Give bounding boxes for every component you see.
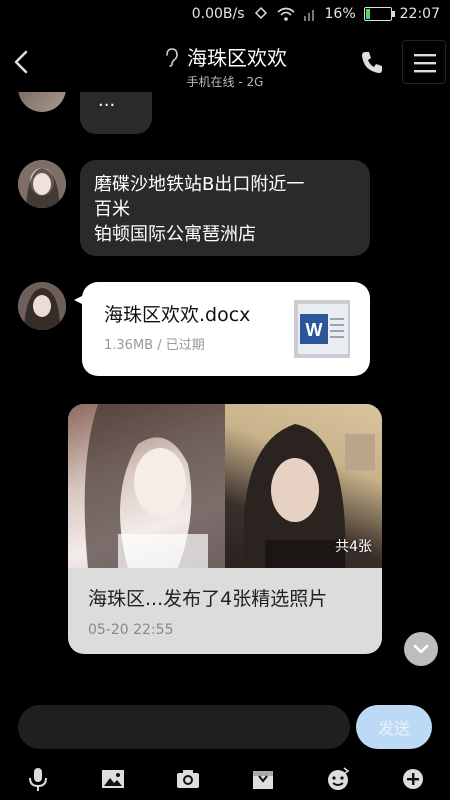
emoji-icon[interactable] [324, 765, 352, 793]
gift-box-icon[interactable] [249, 765, 277, 793]
plus-icon[interactable] [399, 765, 427, 793]
signal-icon [303, 10, 314, 21]
photo-post-caption: 海珠区...发布了4张精选照片 [88, 588, 328, 610]
word-letter: W [306, 320, 323, 340]
photo-image [84, 404, 225, 568]
photo-strip: 共4张 [68, 404, 382, 568]
send-button[interactable]: 发送 [356, 705, 432, 749]
photo-count-label: 共4张 [335, 539, 372, 555]
message-bubble-partial[interactable]: ... [80, 92, 152, 134]
chat-header: 海珠区欢欢 手机在线 - 2G [0, 32, 450, 92]
avatar[interactable] [18, 160, 66, 208]
address-line-1: 磨碟沙地铁站B出口附近一 [94, 174, 305, 195]
input-bar: 发送 [0, 697, 450, 757]
bottom-toolbar [0, 757, 450, 800]
avatar[interactable] [18, 282, 66, 330]
contact-name: 海珠区欢欢 [187, 46, 287, 70]
battery-icon [363, 7, 395, 21]
photo-post-time: 05-20 22:55 [88, 622, 174, 638]
rotate-lock-icon [254, 6, 267, 20]
avatar-photo [18, 160, 66, 208]
network-speed: 0.00B/s [191, 6, 245, 22]
avatar-photo [18, 282, 66, 330]
scroll-to-bottom-button[interactable] [404, 632, 438, 666]
status-bar: 0.00B/s 16% 22:07 [0, 0, 450, 32]
menu-button[interactable] [402, 40, 446, 84]
camera-icon[interactable] [174, 765, 202, 793]
word-doc-icon: W [294, 300, 350, 358]
avatar[interactable] [18, 92, 66, 112]
photo-post-card[interactable]: 共4张 海珠区...发布了4张精选照片 05-20 22:55 [68, 404, 382, 654]
menu-icon [414, 54, 436, 73]
chevron-down-icon [413, 644, 429, 654]
photo-thumbnail[interactable] [68, 404, 225, 568]
file-message-card[interactable]: 海珠区欢欢.docx 1.36MB / 已过期 W [82, 282, 370, 376]
message-input[interactable] [18, 705, 350, 749]
chat-area[interactable]: ... 磨碟沙地铁站B出口附近一 百米 铂顿国际公寓琶洲店 海珠区欢欢.docx… [0, 92, 450, 697]
microphone-icon[interactable] [24, 765, 52, 793]
message-text-partial: ... [98, 92, 116, 111]
message-bubble-address[interactable]: 磨碟沙地铁站B出口附近一 百米 铂顿国际公寓琶洲店 [80, 160, 370, 256]
wifi-icon [276, 7, 295, 21]
phone-icon[interactable] [358, 48, 386, 76]
ear-icon [166, 47, 178, 67]
contact-name-row[interactable]: 海珠区欢欢 [163, 42, 287, 71]
status-time: 22:07 [399, 6, 440, 22]
image-icon[interactable] [99, 765, 127, 793]
file-name: 海珠区欢欢.docx [104, 304, 251, 326]
photo-thumbnail[interactable]: 共4张 [225, 404, 382, 568]
file-meta: 1.36MB / 已过期 [104, 338, 205, 353]
address-line-2: 百米 [94, 199, 130, 220]
address-text: 磨碟沙地铁站B出口附近一 百米 铂顿国际公寓琶洲店 [80, 160, 370, 259]
battery-percent: 16% [324, 6, 356, 22]
address-line-3: 铂顿国际公寓琶洲店 [94, 224, 256, 245]
status-right: 0.00B/s 16% 22:07 [192, 6, 440, 22]
